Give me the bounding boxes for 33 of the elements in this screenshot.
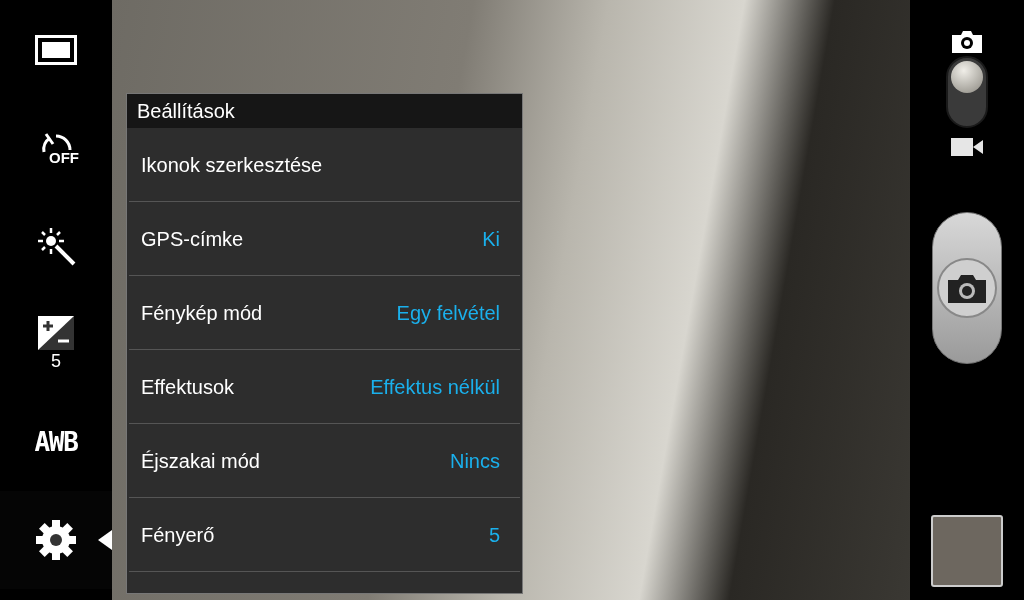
menu-item[interactable]: Fénykép mód Egy felvétel [129,276,520,350]
awb-mode-label: AWB [34,429,78,455]
menu-item[interactable]: GPS-címke Ki [129,202,520,276]
menu-item-label: Ikonok szerkesztése [141,152,323,178]
camera-icon [936,257,998,319]
switch-thumb[interactable] [951,61,983,93]
timer-label: OFF [49,149,79,165]
sidebar-button[interactable] [0,491,112,589]
aspect-ratio-icon [35,35,77,65]
menu-item-label: Éjszakai mód [141,448,260,474]
menu-item-value: Egy felvétel [396,300,500,326]
exposure-icon [38,315,74,350]
menu-item-value: 5 [488,522,500,548]
mode-switch[interactable] [946,56,988,128]
menu-item-value: Effektus nélkül [370,374,500,400]
menu-item-label: Fénykép mód [141,300,263,326]
gallery-thumbnail-photo[interactable] [931,515,1003,587]
menu-title: Beállítások [137,99,235,124]
menu-item-label: GPS-címke [141,226,244,252]
menu-item[interactable]: Ikonok szerkesztése [129,128,520,202]
magic-wand-icon [35,225,77,267]
video-camera-icon [951,138,983,156]
settings-icon [35,519,77,561]
menu-item-value: Ki [482,226,500,252]
menu-item[interactable]: Fényerő 5 [129,498,520,572]
selection-pointer-icon [98,530,112,550]
exposure-value: 5 [51,349,61,373]
menu-item-value: Nincs [450,448,500,474]
menu-item-label: Fényerő [141,522,215,548]
menu-item[interactable]: Éjszakai mód Nincs [129,424,520,498]
menu-item[interactable]: Effektusok Effektus nélkül [129,350,520,424]
menu-item-label: Effektusok [141,374,235,400]
camera-icon [952,31,982,53]
